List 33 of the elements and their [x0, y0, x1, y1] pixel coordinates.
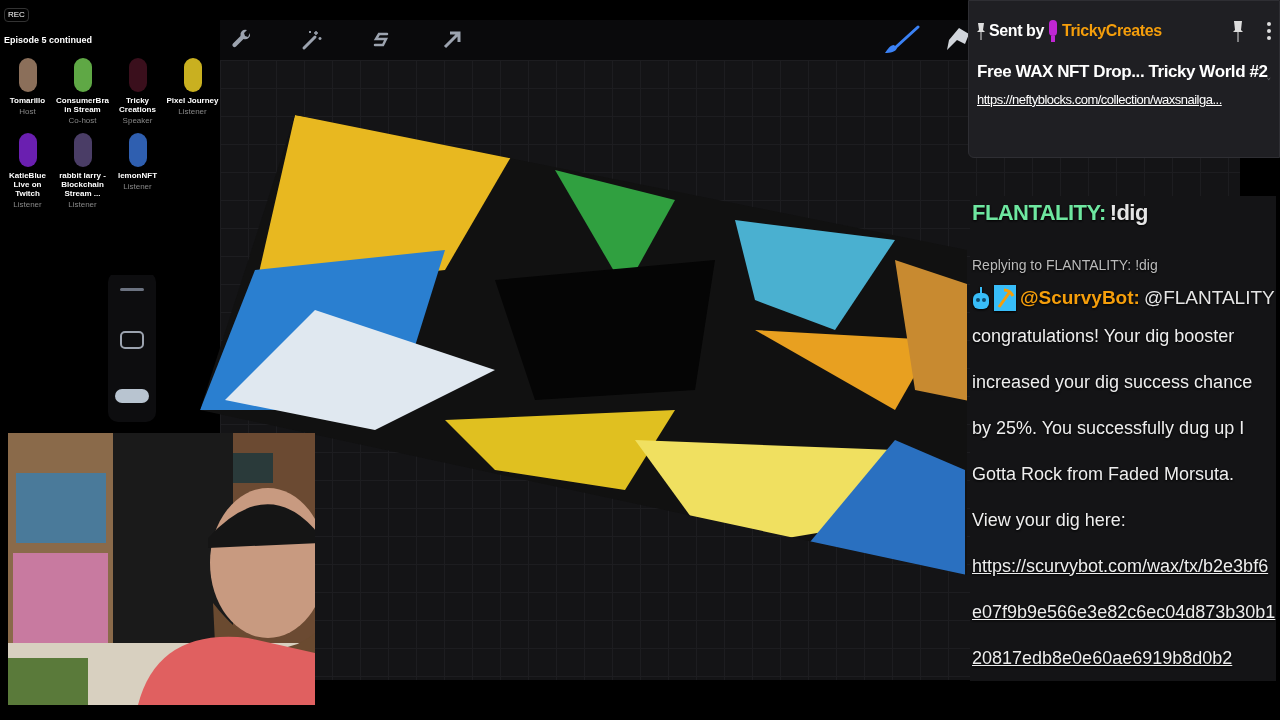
participant-role: Listener: [123, 181, 152, 191]
participant-avatar[interactable]: [183, 57, 202, 92]
participant-name: ConsumerBrain Stream: [55, 95, 110, 114]
pinned-message: Free WAX NFT Drop... Tricky World #2: [977, 61, 1268, 83]
chat-link[interactable]: https://scurvybot.com/wax/tx/b2e3bf6e07f9b9e566e3e82c6ec04d873b30b120817edb8e0e60ae6919b8d0b2: [972, 542, 1276, 681]
participant-name: lemonNFT: [116, 170, 159, 180]
sent-by-label: Sent by: [989, 21, 1044, 41]
brush-icon[interactable]: [884, 25, 920, 55]
opacity-slider-handle[interactable]: [115, 389, 149, 403]
participant-role: Speaker: [122, 115, 153, 125]
sender-name[interactable]: TrickyCreates: [1062, 19, 1162, 43]
participant-name: Tomarillo: [8, 95, 47, 105]
participant-role: Listener: [13, 199, 42, 209]
pin-icon: [977, 22, 985, 40]
microphone-icon: [1048, 20, 1058, 42]
size-slider-handle[interactable]: [120, 288, 144, 291]
modify-button[interactable]: [120, 331, 144, 349]
more-options-icon[interactable]: [1267, 21, 1271, 41]
participant-role: Listener: [178, 106, 207, 116]
pinned-link[interactable]: https://neftyblocks.com/collection/waxsnailga...: [977, 90, 1222, 109]
magic-wand-icon[interactable]: [300, 28, 324, 52]
participant-name: Pixel Journey: [165, 95, 220, 105]
participant-avatar[interactable]: [73, 57, 92, 92]
participant-role: Host: [19, 106, 36, 116]
recording-badge: REC: [4, 8, 29, 22]
participant-name: Tricky Creations: [118, 95, 157, 114]
participant-role: Co-host: [68, 115, 97, 125]
participant-name: rabbit larry - Blockchain Stream ...: [58, 170, 107, 198]
participant-avatar[interactable]: [18, 57, 37, 92]
participant-name: KatieBlue Live on Twitch: [8, 170, 47, 198]
participant-role: Listener: [68, 199, 97, 209]
space-title: Episode 5 continued: [4, 34, 93, 47]
pin-icon[interactable]: [1233, 20, 1243, 42]
